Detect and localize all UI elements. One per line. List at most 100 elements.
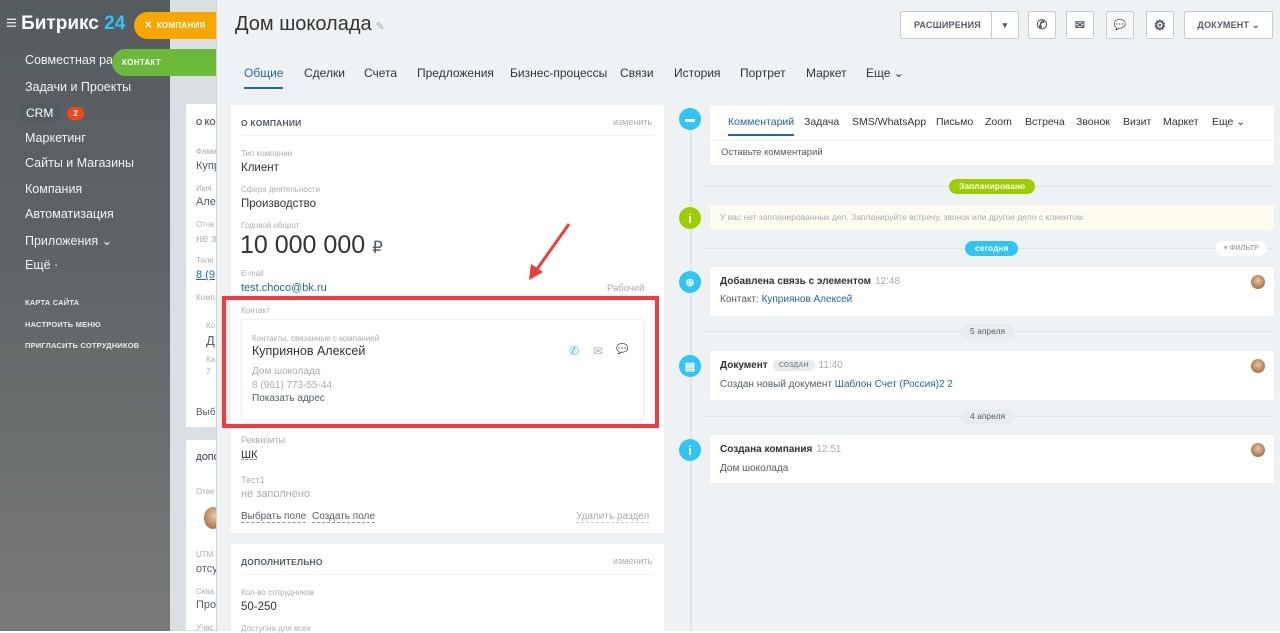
activity-tab-more[interactable]: Еще ⌄ xyxy=(1212,116,1245,128)
activity-tab-visit[interactable]: Визит xyxy=(1123,116,1151,128)
tab-history[interactable]: История xyxy=(674,66,721,80)
comment-icon: ▬ xyxy=(679,108,701,130)
activity-tab-meeting[interactable]: Встреча xyxy=(1025,116,1065,128)
activity-tab-task[interactable]: Задача xyxy=(804,116,839,128)
tab-more[interactable]: Еще ⌄ xyxy=(866,66,904,80)
planned-pill: Запланировано xyxy=(949,179,1036,194)
nav-item-sites[interactable]: Сайты и Магазины xyxy=(25,156,134,170)
test1-value[interactable]: не заполнено xyxy=(241,488,310,500)
bg-text: Выб xyxy=(196,407,216,418)
activity-tab-call[interactable]: Звонок xyxy=(1076,116,1110,128)
chat-icon[interactable]: 💬 xyxy=(1106,11,1134,39)
filter-button[interactable]: ▾ ФИЛЬТР xyxy=(1216,241,1267,256)
divider xyxy=(710,140,1274,141)
nav-item-apps[interactable]: Приложения ⌄ xyxy=(25,233,112,248)
bg-text: Фами xyxy=(196,147,217,156)
additional-change-link[interactable]: изменить xyxy=(613,556,652,566)
bg-text: ДОПО xyxy=(196,453,218,462)
user-avatar[interactable] xyxy=(1251,359,1265,373)
create-field-link[interactable]: Создать поле xyxy=(312,511,375,523)
bg-text: Имя xyxy=(196,184,212,193)
bg-text: не з xyxy=(196,233,217,245)
email-link[interactable]: test.choco@bk.ru xyxy=(241,282,327,294)
entry1-text: Контакт: Куприянов Алексей xyxy=(720,294,853,305)
user-avatar[interactable] xyxy=(1251,275,1265,289)
entry2-title: Документ СОЗДАН 11:40 xyxy=(720,360,843,371)
left-navigation: ≡ Битрикс 24 Совместная рабо Задачи и Про… xyxy=(0,0,180,631)
date-pill: 4 апреля xyxy=(960,409,1016,424)
bitrix24-logo[interactable]: ≡ Битрикс 24 xyxy=(6,13,125,35)
tab-general[interactable]: Общие xyxy=(244,66,284,89)
bg-text: О КО xyxy=(196,118,216,127)
nav-link-sitemap[interactable]: КАРТА САЙТА xyxy=(25,298,79,307)
requisites-value[interactable]: ШК xyxy=(241,449,258,461)
bg-text: 8 (9 xyxy=(196,269,215,281)
comment-input[interactable]: Оставьте комментарий xyxy=(721,147,823,158)
entry2-link[interactable]: Шаблон Счет (Россия)2 2 xyxy=(835,379,953,390)
extensions-button[interactable]: РАСШИРЕНИЯ ▾ xyxy=(900,11,1019,39)
page-title: Дом шоколада ✎ xyxy=(235,13,385,35)
company-type-value[interactable]: Клиент xyxy=(241,162,279,174)
entry3-text: Дом шоколада xyxy=(720,463,789,474)
industry-value[interactable]: Производство xyxy=(241,198,316,210)
info-icon: i xyxy=(679,439,701,461)
tab-relations[interactable]: Связи xyxy=(620,66,654,80)
today-pill: сегодня xyxy=(965,241,1019,256)
tab-quotes[interactable]: Предложения xyxy=(417,66,494,80)
nav-item-more[interactable]: Ещё · xyxy=(25,258,58,272)
bg-text: UTM xyxy=(196,550,214,559)
select-field-link[interactable]: Выбрать поле xyxy=(241,511,307,523)
activity-tab-email[interactable]: Письмо xyxy=(936,116,973,128)
highlight-box xyxy=(222,296,659,428)
activity-tab-sms[interactable]: SMS/WhatsApp xyxy=(852,116,926,128)
delete-section-link[interactable]: Удалить раздел xyxy=(576,511,650,523)
nav-item-crm[interactable]: CRM 2 xyxy=(18,104,84,122)
timeline-entry-created xyxy=(710,435,1274,483)
entry2-text: Создан новый документ Шаблон Счет (Росси… xyxy=(720,379,953,390)
edit-pencil-icon[interactable]: ✎ xyxy=(376,21,385,33)
created-badge: СОЗДАН xyxy=(772,360,815,371)
email-type: Рабочий xyxy=(607,283,645,294)
annotation-arrow xyxy=(529,223,571,280)
no-tasks-text: У вас нет запланированных дел. Запланиру… xyxy=(720,212,1086,222)
activity-tab-zoom[interactable]: Zoom xyxy=(985,116,1012,128)
nav-item-tasks[interactable]: Задачи и Проекты xyxy=(25,80,131,94)
tab-market[interactable]: Маркет xyxy=(806,66,847,80)
nav-item-company[interactable]: Компания xyxy=(25,182,82,196)
employees-value[interactable]: 50-250 xyxy=(241,601,277,613)
phone-icon[interactable]: ✆ xyxy=(1028,11,1056,39)
tab-portrait[interactable]: Портрет xyxy=(740,66,786,80)
timeline-entry-link xyxy=(710,267,1274,316)
nav-link-invite[interactable]: ПРИГЛАСИТЬ СОТРУДНИКОВ xyxy=(25,341,139,350)
user-avatar[interactable] xyxy=(1251,443,1265,457)
tab-deals[interactable]: Сделки xyxy=(304,66,345,80)
bg-text: отсу xyxy=(196,563,218,575)
additional-section-header: ДОПОЛНИТЕЛЬНО xyxy=(241,557,323,567)
gear-icon[interactable]: ⚙ xyxy=(1146,11,1174,39)
bg-text: Отве xyxy=(196,487,215,496)
revenue-label: Годовой оборот xyxy=(241,221,300,230)
document-button[interactable]: ДОКУМЕНТ ⌄ xyxy=(1184,11,1273,39)
revenue-value[interactable]: 10 000 000 ₽ xyxy=(240,231,383,260)
mail-icon[interactable]: ✉ xyxy=(1066,11,1094,39)
available-label: Доступна для всех xyxy=(241,624,311,633)
industry-label: Сфера деятельности xyxy=(241,185,320,194)
activity-tab-market[interactable]: Маркет xyxy=(1163,116,1199,128)
tab-invoices[interactable]: Счета xyxy=(364,66,397,80)
activity-tab-comment[interactable]: Комментарий xyxy=(728,116,795,136)
company-type-label: Тип компании xyxy=(241,149,293,158)
nav-item-automation[interactable]: Автоматизация xyxy=(25,207,114,221)
divider xyxy=(241,135,655,136)
bg-text: Теле xyxy=(196,256,214,265)
bg-text: Про xyxy=(196,599,217,611)
slider-tab-contact[interactable]: КОНТАКТ xyxy=(112,49,216,76)
tab-bizproc[interactable]: Бизнес-процессы xyxy=(510,66,607,80)
nav-link-configure-menu[interactable]: НАСТРОИТЬ МЕНЮ xyxy=(25,320,101,329)
divider xyxy=(241,574,655,575)
nav-item-marketing[interactable]: Маркетинг xyxy=(25,131,86,145)
about-change-link[interactable]: изменить xyxy=(613,117,652,127)
extensions-dropdown-icon[interactable]: ▾ xyxy=(991,12,1018,38)
slider-tab-company[interactable]: ✕ КОМПАНИЯ xyxy=(134,12,216,39)
entry1-link[interactable]: Куприянов Алексей xyxy=(762,294,853,305)
date-pill: 5 апреля xyxy=(960,324,1016,339)
